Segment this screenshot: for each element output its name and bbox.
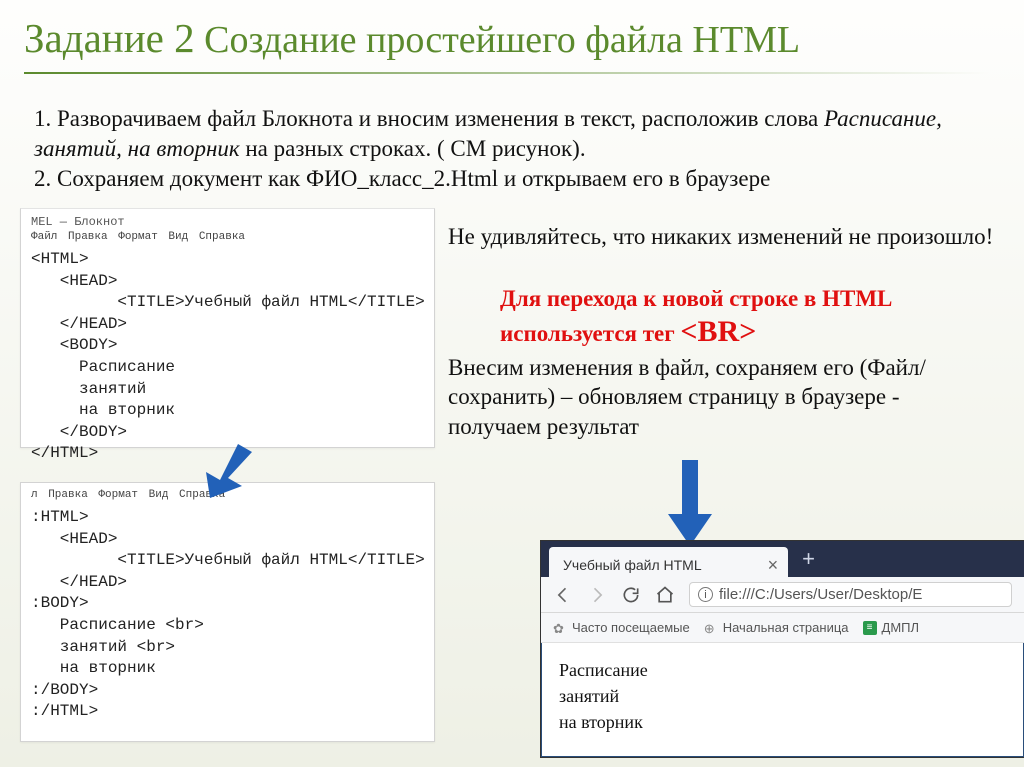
url-text: file:///C:/Users/User/Desktop/E (719, 586, 922, 603)
bookmark-dmpl-label: ДМПЛ (882, 620, 920, 635)
new-tab-button[interactable]: + (802, 546, 815, 572)
notepad1-menu: Файл Правка Формат Вид Справка (31, 231, 424, 243)
note-no-changes: Не удивляйтесь, что никаких изменений не… (448, 222, 994, 251)
browser-tabbar: Учебный файл HTML × + (541, 541, 1024, 577)
gear-icon: ✿ (553, 621, 567, 635)
br-tag-literal: <BR> (680, 315, 756, 348)
note-save-refresh: Внесим изменения в файл, сохраняем его (… (448, 353, 994, 441)
bookmark-frequent-label: Часто посещаемые (572, 620, 690, 635)
intro-p1c: на разных строках. ( СМ рисунок). (240, 136, 586, 161)
title-rest: Создание простейшего файла HTML (204, 19, 800, 61)
page-line-2: занятий (559, 683, 1006, 709)
browser-page-content: Расписание занятий на вторник (541, 643, 1024, 749)
browser-tab-title: Учебный файл HTML (563, 557, 702, 573)
back-icon[interactable] (553, 585, 573, 605)
arrow-down-left-icon (198, 444, 268, 498)
home-icon[interactable] (655, 585, 675, 605)
globe-icon: ⊕ (704, 621, 718, 635)
forward-icon[interactable] (587, 585, 607, 605)
intro-text: 1. Разворачиваем файл Блокнота и вносим … (34, 104, 990, 194)
title-underline (24, 72, 990, 74)
notepad1-title: MEL — Блокнот (31, 215, 424, 229)
arrow-down-icon (668, 460, 712, 546)
close-tab-icon[interactable]: × (768, 559, 779, 571)
bookmark-homepage-label: Начальная страница (723, 620, 849, 635)
square-icon: ≡ (863, 621, 877, 635)
notepad-window-1: MEL — Блокнот Файл Правка Формат Вид Спр… (20, 208, 435, 448)
bookmark-dmpl[interactable]: ≡ ДМПЛ (863, 620, 920, 635)
page-line-1: Расписание (559, 657, 1006, 683)
title-main: Задание 2 (24, 15, 195, 61)
url-field[interactable]: i file:///C:/Users/User/Desktop/E (689, 582, 1012, 607)
page-line-3: на вторник (559, 709, 1006, 735)
browser-address-bar: i file:///C:/Users/User/Desktop/E (541, 577, 1024, 613)
bookmarks-bar: ✿ Часто посещаемые ⊕ Начальная страница … (541, 613, 1024, 643)
info-icon: i (698, 587, 713, 602)
slide-title: Задание 2 Создание простейшего файла HTM… (24, 14, 800, 62)
bookmark-homepage[interactable]: ⊕ Начальная страница (704, 620, 849, 635)
browser-window: Учебный файл HTML × + i file:///C:/Users… (540, 540, 1024, 758)
notepad1-code: <HTML> <HEAD> <TITLE>Учебный файл HTML</… (31, 249, 424, 465)
bookmark-frequent[interactable]: ✿ Часто посещаемые (553, 620, 690, 635)
intro-p1a: 1. Разворачиваем файл Блокнота и вносим … (34, 106, 824, 131)
reload-icon[interactable] (621, 585, 641, 605)
intro-p2: 2. Сохраняем документ как ФИО_класс_2.Ht… (34, 166, 770, 191)
notepad-window-2: л Правка Формат Вид Справка :HTML> <HEAD… (20, 482, 435, 742)
notepad2-code: :HTML> <HEAD> <TITLE>Учебный файл HTML</… (31, 507, 424, 723)
note-br-tag: Для перехода к новой строке в HTML испол… (500, 284, 994, 352)
browser-tab[interactable]: Учебный файл HTML × (549, 547, 788, 577)
